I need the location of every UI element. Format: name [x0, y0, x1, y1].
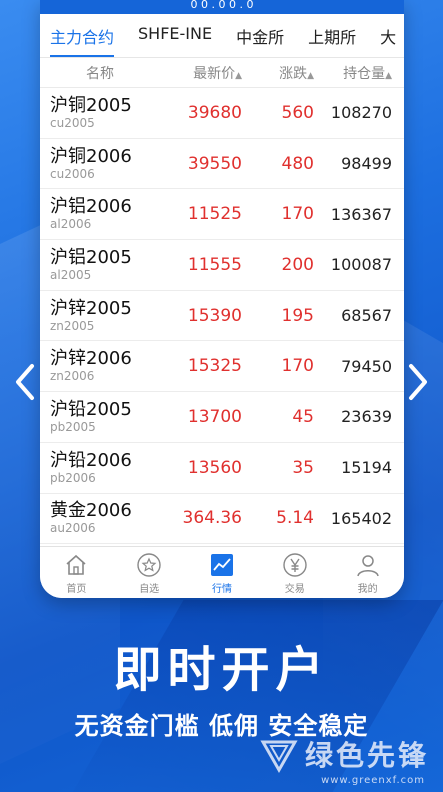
contract-code: pb2006 [50, 470, 96, 485]
price-change: 195 [281, 305, 314, 326]
sort-icon: ▲ [235, 70, 242, 81]
open-interest: 98499 [341, 154, 392, 174]
open-interest: 15194 [341, 458, 392, 478]
table-row[interactable]: 沪铝2006 al2006 11525 170 136367 [40, 189, 404, 241]
last-price: 15390 [187, 305, 242, 326]
contract-code: al2006 [50, 217, 92, 232]
greenxf-logo-icon [260, 740, 298, 774]
home-icon [66, 554, 86, 575]
last-price: 15325 [187, 356, 242, 377]
contract-name: 沪铝2005 [50, 246, 132, 268]
contract-code: cu2005 [50, 115, 95, 130]
open-interest: 100087 [330, 255, 392, 275]
header-name[interactable]: 名称 [40, 63, 160, 83]
price-change: 200 [281, 254, 314, 275]
user-icon [356, 555, 379, 577]
nav-market-label: 行情 [211, 584, 232, 595]
contract-code: al2005 [50, 267, 92, 282]
promo-headline: 即时开户 [113, 642, 330, 698]
contract-code: au2006 [50, 521, 96, 536]
phone-screen: 0 0 . 0 0 . 0 主力合约 SHFE-INE 中金所 上期所 大 名称… [40, 0, 404, 598]
contract-name: 沪铝2006 [50, 196, 132, 218]
header-price[interactable]: 最新价▲ [160, 63, 242, 83]
tab-more[interactable]: 大 [380, 14, 396, 57]
tab-cffex[interactable]: 中金所 [236, 14, 284, 57]
contract-name: 沪铜2005 [50, 94, 132, 116]
table-row[interactable]: 沪铅2006 pb2006 13560 35 15194 [40, 443, 404, 494]
header-change[interactable]: 涨跌▲ [242, 63, 314, 83]
chart-icon [210, 554, 233, 576]
open-interest: 165402 [330, 508, 392, 528]
market-tabs: 主力合约 SHFE-INE 中金所 上期所 大 [40, 14, 404, 58]
open-interest: 136367 [330, 204, 392, 224]
last-price: 39550 [187, 153, 242, 174]
watermark-name: 绿色先锋 [304, 739, 429, 772]
table-row[interactable]: 沪锌2006 zn2006 15325 170 79450 [40, 341, 404, 393]
price-change: 170 [281, 204, 314, 225]
price-change: 5.14 [276, 508, 314, 529]
nav-trade[interactable]: 交易 [258, 547, 331, 598]
nav-market[interactable]: 行情 [186, 547, 259, 598]
open-interest: 108270 [330, 103, 392, 123]
nav-profile[interactable]: 我的 [331, 547, 404, 598]
open-interest: 68567 [341, 306, 392, 326]
contract-name: 沪铅2006 [50, 449, 132, 471]
table-row[interactable]: 沪铅2005 pb2005 13700 45 23639 [40, 392, 404, 443]
price-change: 170 [281, 356, 314, 377]
table-row[interactable]: 沪铜2005 cu2005 39680 560 108270 [40, 88, 404, 139]
last-price: 13560 [187, 457, 242, 478]
nav-home-label: 首页 [66, 584, 87, 595]
tab-shfe-ine[interactable]: SHFE-INE [138, 14, 212, 57]
contract-code: zn2005 [50, 318, 95, 333]
tab-shfe[interactable]: 上期所 [308, 14, 356, 57]
last-price: 11555 [187, 254, 242, 275]
table-header: 名称 最新价▲ 涨跌▲ 持仓量▲ [40, 58, 404, 88]
last-price: 13700 [187, 406, 242, 427]
bottom-nav: 首页 自选 行情 交易 我的 [40, 546, 404, 598]
header-open-interest[interactable]: 持仓量▲ [314, 63, 398, 83]
contract-code: cu2006 [50, 166, 95, 181]
watermark: 绿色先锋 [259, 734, 429, 774]
yen-icon [283, 553, 307, 577]
open-interest: 23639 [341, 407, 392, 427]
nav-trade-label: 交易 [284, 584, 305, 595]
nav-profile-label: 我的 [357, 584, 378, 595]
table-row[interactable]: 沪锌2005 zn2005 15390 195 68567 [40, 291, 404, 342]
contract-name: 沪铅2005 [50, 398, 132, 420]
chevron-right-icon[interactable] [403, 362, 433, 402]
open-interest: 79450 [341, 356, 392, 376]
star-icon [137, 553, 161, 577]
watermark-url: www.greenxf.com [321, 775, 425, 786]
nav-watchlist-label: 自选 [139, 584, 160, 595]
table-row[interactable]: 沪铝2005 al2005 11555 200 100087 [40, 240, 404, 291]
price-change: 480 [281, 153, 314, 174]
sort-icon: ▲ [385, 70, 392, 81]
last-price: 11525 [187, 204, 242, 225]
last-price: 39680 [187, 102, 242, 123]
tab-main-contracts[interactable]: 主力合约 [50, 14, 115, 57]
contract-code: pb2005 [50, 419, 96, 434]
quote-list: 沪铜2005 cu2005 39680 560 108270 沪铜2006 cu20… [40, 88, 404, 545]
nav-home[interactable]: 首页 [40, 547, 113, 598]
contract-name: 沪铜2006 [50, 145, 132, 167]
price-change: 45 [292, 406, 314, 427]
status-bar: 0 0 . 0 0 . 0 [40, 0, 404, 14]
table-row[interactable]: 黄金2006 au2006 364.36 5.14 165402 [40, 494, 404, 545]
price-change: 560 [281, 102, 314, 123]
nav-watchlist[interactable]: 自选 [113, 547, 186, 598]
chevron-left-icon[interactable] [10, 362, 40, 402]
contract-name: 沪锌2006 [50, 348, 132, 370]
contract-code: zn2006 [50, 369, 95, 384]
price-change: 35 [292, 457, 314, 478]
last-price: 364.36 [182, 508, 242, 529]
table-row[interactable]: 沪铜2006 cu2006 39550 480 98499 [40, 139, 404, 190]
sort-icon: ▲ [307, 70, 314, 81]
contract-name: 沪锌2005 [50, 297, 132, 319]
contract-name: 黄金2006 [50, 500, 132, 522]
